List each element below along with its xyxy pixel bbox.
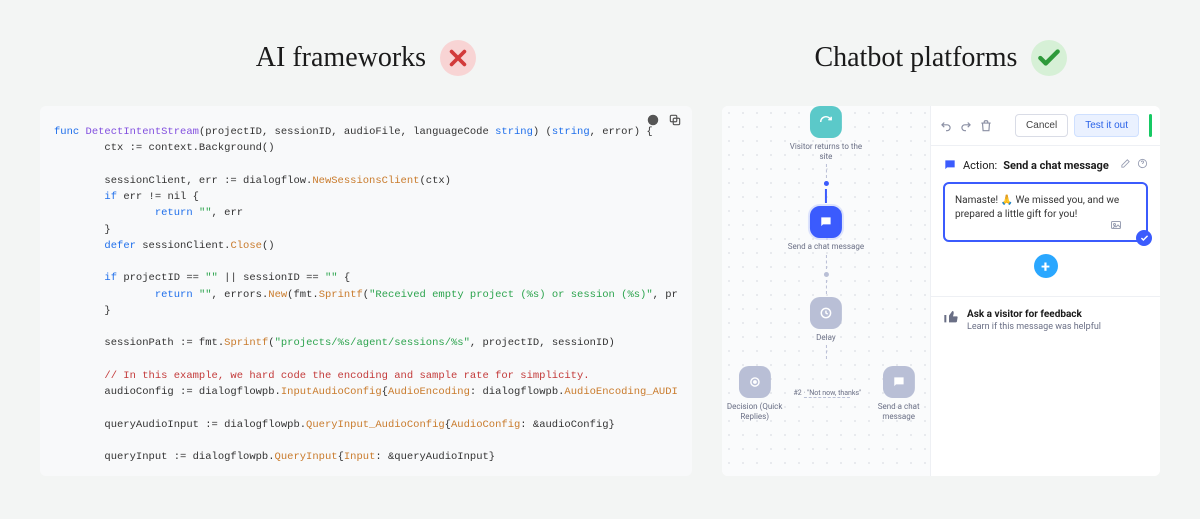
check-icon (1031, 40, 1067, 76)
action-side-panel: Cancel Test it out Action: Send a chat m… (930, 106, 1160, 476)
ai-frameworks-column: AI frameworks func DetectIntentStream(pr… (40, 40, 692, 519)
flow-node-send-message[interactable]: Send a chat message (788, 206, 864, 252)
trash-icon[interactable] (979, 119, 993, 133)
chat-icon (943, 158, 957, 172)
message-text: Namaste! 🙏 We missed you, and we prepare… (955, 195, 1119, 220)
action-prefix: Action: (963, 159, 997, 172)
chatbot-platforms-column: Chatbot platforms Visitor returns to the… (722, 40, 1160, 519)
flow-node-decision[interactable]: Decision (Quick Replies) (722, 366, 788, 421)
code-block: func DetectIntentStream(projectID, sessi… (54, 124, 678, 476)
chatbot-platforms-heading: Chatbot platforms (814, 40, 1067, 76)
cross-icon (440, 40, 476, 76)
clock-icon (810, 297, 842, 329)
ai-frameworks-heading: AI frameworks (256, 40, 476, 76)
thumbs-icon (943, 309, 959, 332)
test-it-out-button[interactable]: Test it out (1074, 114, 1139, 137)
code-snippet-panel: func DetectIntentStream(projectID, sessi… (40, 106, 692, 476)
add-message-button[interactable]: + (1034, 254, 1058, 278)
chatbot-platforms-title: Chatbot platforms (814, 42, 1017, 74)
undo-icon[interactable] (939, 119, 953, 133)
copy-icon[interactable] (668, 112, 682, 131)
message-input[interactable]: Namaste! 🙏 We missed you, and we prepare… (943, 182, 1148, 242)
image-icon[interactable] (1110, 219, 1122, 236)
flow-node-delay[interactable]: Delay (810, 297, 842, 343)
action-card: Action: Send a chat message Namaste! 🙏 W… (943, 158, 1148, 284)
edge-label: #2 · "Not now, thanks" (794, 389, 862, 397)
redo-icon[interactable] (959, 119, 973, 133)
refresh-icon (810, 106, 842, 138)
theme-toggle-icon[interactable] (646, 112, 660, 131)
flow-node-trigger[interactable]: Visitor returns to the site (786, 106, 866, 161)
side-toolbar: Cancel Test it out (931, 106, 1160, 146)
feedback-subtitle: Learn if this message was helpful (967, 322, 1101, 332)
chatbot-builder-panel: Visitor returns to the site Send a chat … (722, 106, 1160, 476)
flow-node-send-message-2[interactable]: Send a chat message (867, 366, 930, 421)
accent-bar (1149, 114, 1152, 137)
cancel-button[interactable]: Cancel (1015, 114, 1068, 137)
action-title: Send a chat message (1003, 159, 1109, 172)
chat-icon (883, 366, 915, 398)
flow-branch-row: Decision (Quick Replies) #2 · "Not now, … (722, 366, 930, 421)
decision-icon (739, 366, 771, 398)
help-icon[interactable] (1137, 158, 1148, 172)
feedback-suggestion[interactable]: Ask a visitor for feedback Learn if this… (931, 296, 1160, 344)
chat-icon (810, 206, 842, 238)
ai-frameworks-title: AI frameworks (256, 42, 426, 74)
confirm-icon (1136, 230, 1152, 246)
edit-icon[interactable] (1120, 158, 1131, 172)
feedback-title: Ask a visitor for feedback (967, 309, 1101, 320)
flow-canvas[interactable]: Visitor returns to the site Send a chat … (722, 106, 930, 476)
